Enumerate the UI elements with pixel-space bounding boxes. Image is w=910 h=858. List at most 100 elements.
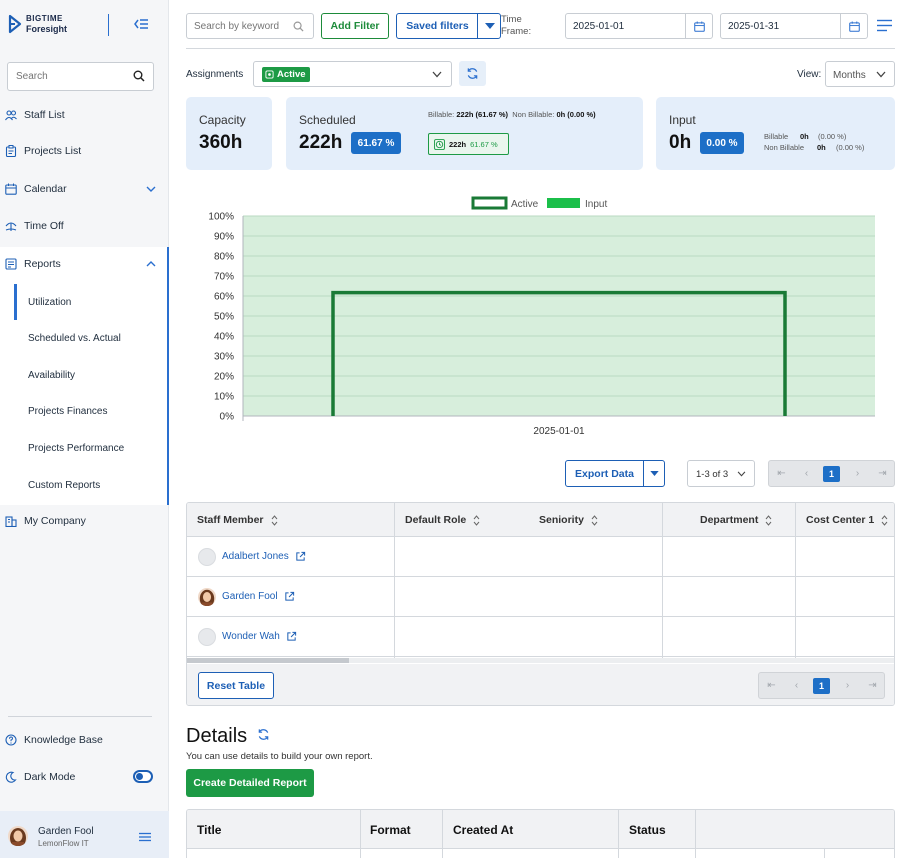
sidebar-search[interactable]: [7, 62, 154, 91]
menu-icon[interactable]: [139, 832, 151, 842]
refresh-icon[interactable]: [257, 728, 270, 741]
sidebar-item-time-off[interactable]: Time Off: [0, 208, 169, 244]
sidebar-item-reports[interactable]: Reports: [0, 246, 169, 282]
external-link-icon[interactable]: [284, 591, 295, 602]
sort-icon[interactable]: [591, 514, 598, 526]
column-header-title[interactable]: Title: [187, 810, 221, 849]
sidebar-subitem-scheduled-vs-actual[interactable]: Scheduled vs. Actual: [14, 320, 169, 356]
sidebar-subitem-utilization[interactable]: Utilization: [14, 284, 169, 320]
reset-table-button[interactable]: Reset Table: [198, 672, 274, 699]
avatar: [198, 587, 216, 606]
external-link-icon[interactable]: [286, 631, 297, 642]
refresh-button[interactable]: [459, 61, 486, 86]
column-header-cost-center[interactable]: Cost Center 1: [796, 503, 888, 537]
input-title: Input: [669, 113, 696, 127]
table-row: Adalbert Jones: [187, 537, 894, 577]
staff-member-cell[interactable]: Wonder Wah: [198, 617, 297, 656]
y-tick-label: 20%: [214, 372, 234, 383]
rows-range-select[interactable]: 1-3 of 3: [687, 460, 755, 487]
legend-swatch-input: [547, 198, 580, 208]
time-frame-label-line1: Time: [501, 14, 522, 25]
column-header-seniority[interactable]: Seniority: [529, 503, 598, 537]
export-dropdown[interactable]: [643, 461, 665, 486]
caret-down-icon: [484, 23, 495, 29]
keyword-search[interactable]: [186, 13, 314, 39]
last-page-button[interactable]: ⇥: [870, 461, 895, 486]
brand-logo[interactable]: BIGTIME Foresight: [8, 14, 67, 34]
time-off-icon: [5, 222, 17, 231]
scrollbar-thumb[interactable]: [187, 658, 349, 663]
sidebar-item-projects-list[interactable]: Projects List: [0, 133, 169, 169]
keyword-search-input[interactable]: [187, 14, 287, 38]
user-profile[interactable]: Garden Fool LemonFlow IT: [0, 811, 169, 858]
sort-icon[interactable]: [881, 514, 888, 526]
column-header-format[interactable]: Format: [360, 810, 411, 849]
legend-label-input: Input: [585, 199, 607, 210]
chevron-down-icon: [737, 471, 746, 477]
avatar: [198, 547, 216, 566]
input-billable-hours-value: 0h: [800, 132, 809, 141]
sidebar-subitem-projects-finances[interactable]: Projects Finances: [14, 393, 169, 429]
external-link-icon[interactable]: [295, 551, 306, 562]
date-from-picker[interactable]: [685, 14, 712, 38]
staff-member-link[interactable]: Garden Fool: [222, 591, 278, 602]
sidebar-subitem-label: Utilization: [28, 296, 72, 308]
prev-page-button[interactable]: ‹: [794, 461, 819, 486]
next-page-button[interactable]: ›: [845, 461, 870, 486]
column-header-department[interactable]: Department: [690, 503, 772, 537]
sidebar-item-calendar[interactable]: Calendar: [0, 171, 169, 207]
create-detailed-report-button[interactable]: Create Detailed Report: [186, 769, 314, 797]
staff-member-link[interactable]: Adalbert Jones: [222, 551, 289, 562]
search-icon[interactable]: [293, 21, 304, 32]
sidebar-subitem-custom-reports[interactable]: Custom Reports: [14, 467, 169, 503]
search-icon[interactable]: [133, 70, 145, 82]
list-menu-icon[interactable]: [877, 19, 892, 32]
date-to-picker[interactable]: [840, 14, 867, 38]
sidebar-item-my-company[interactable]: My Company: [0, 503, 169, 539]
saved-filters-dropdown[interactable]: [477, 14, 501, 38]
view-select[interactable]: Months: [825, 61, 895, 87]
saved-filters-button[interactable]: Saved filters: [396, 13, 501, 39]
sidebar-item-label: Dark Mode: [24, 771, 76, 783]
collapse-sidebar-icon[interactable]: [132, 15, 150, 33]
first-page-button[interactable]: ⇤: [759, 673, 784, 698]
y-tick-label: 40%: [214, 332, 234, 343]
column-header-status[interactable]: Status: [619, 810, 666, 849]
add-filter-button[interactable]: Add Filter: [321, 13, 389, 39]
sort-icon[interactable]: [765, 514, 772, 526]
sort-icon[interactable]: [473, 514, 480, 526]
column-header-default-role[interactable]: Default Role: [395, 503, 480, 537]
chevron-down-icon[interactable]: [146, 184, 156, 194]
column-header-created-at[interactable]: Created At: [443, 810, 513, 849]
staff-member-cell[interactable]: Garden Fool: [198, 577, 295, 616]
legend-label-active: Active: [511, 199, 539, 210]
sidebar-item-knowledge-base[interactable]: Knowledge Base: [0, 722, 169, 758]
sidebar-search-input[interactable]: [8, 63, 118, 90]
chevron-up-icon[interactable]: [146, 259, 156, 269]
non-billable-value: 0h (0.00 %): [556, 110, 596, 119]
sidebar-subitem-label: Projects Performance: [28, 442, 125, 454]
last-page-button[interactable]: ⇥: [860, 673, 885, 698]
staff-member-link[interactable]: Wonder Wah: [222, 631, 280, 642]
dark-mode-toggle[interactable]: [133, 770, 153, 783]
sort-icon[interactable]: [271, 514, 278, 526]
first-page-button[interactable]: ⇤: [769, 461, 794, 486]
page-number[interactable]: 1: [813, 678, 830, 694]
column-divider: [394, 503, 395, 658]
date-to-field[interactable]: 2025-01-31: [720, 13, 868, 39]
page-number[interactable]: 1: [823, 466, 840, 482]
export-data-button[interactable]: Export Data: [565, 460, 665, 487]
input-card: Input 0h 0.00 % Billable 0h (0.00 %) Non…: [656, 97, 895, 170]
scheduled-card: Scheduled 222h 61.67 % Billable: 222h (6…: [286, 97, 643, 170]
assignments-select[interactable]: Active: [253, 61, 452, 87]
date-from-field[interactable]: 2025-01-01: [565, 13, 713, 39]
refresh-icon: [467, 68, 478, 79]
next-page-button[interactable]: ›: [835, 673, 860, 698]
column-header-staff-member[interactable]: Staff Member: [187, 503, 278, 537]
sidebar-subitem-availability[interactable]: Availability: [14, 357, 169, 393]
sidebar-subitem-projects-performance[interactable]: Projects Performance: [14, 430, 169, 466]
prev-page-button[interactable]: ‹: [784, 673, 809, 698]
active-chip[interactable]: Active: [262, 67, 310, 82]
sidebar-item-staff-list[interactable]: Staff List: [0, 97, 169, 133]
staff-member-cell[interactable]: Adalbert Jones: [198, 537, 306, 576]
